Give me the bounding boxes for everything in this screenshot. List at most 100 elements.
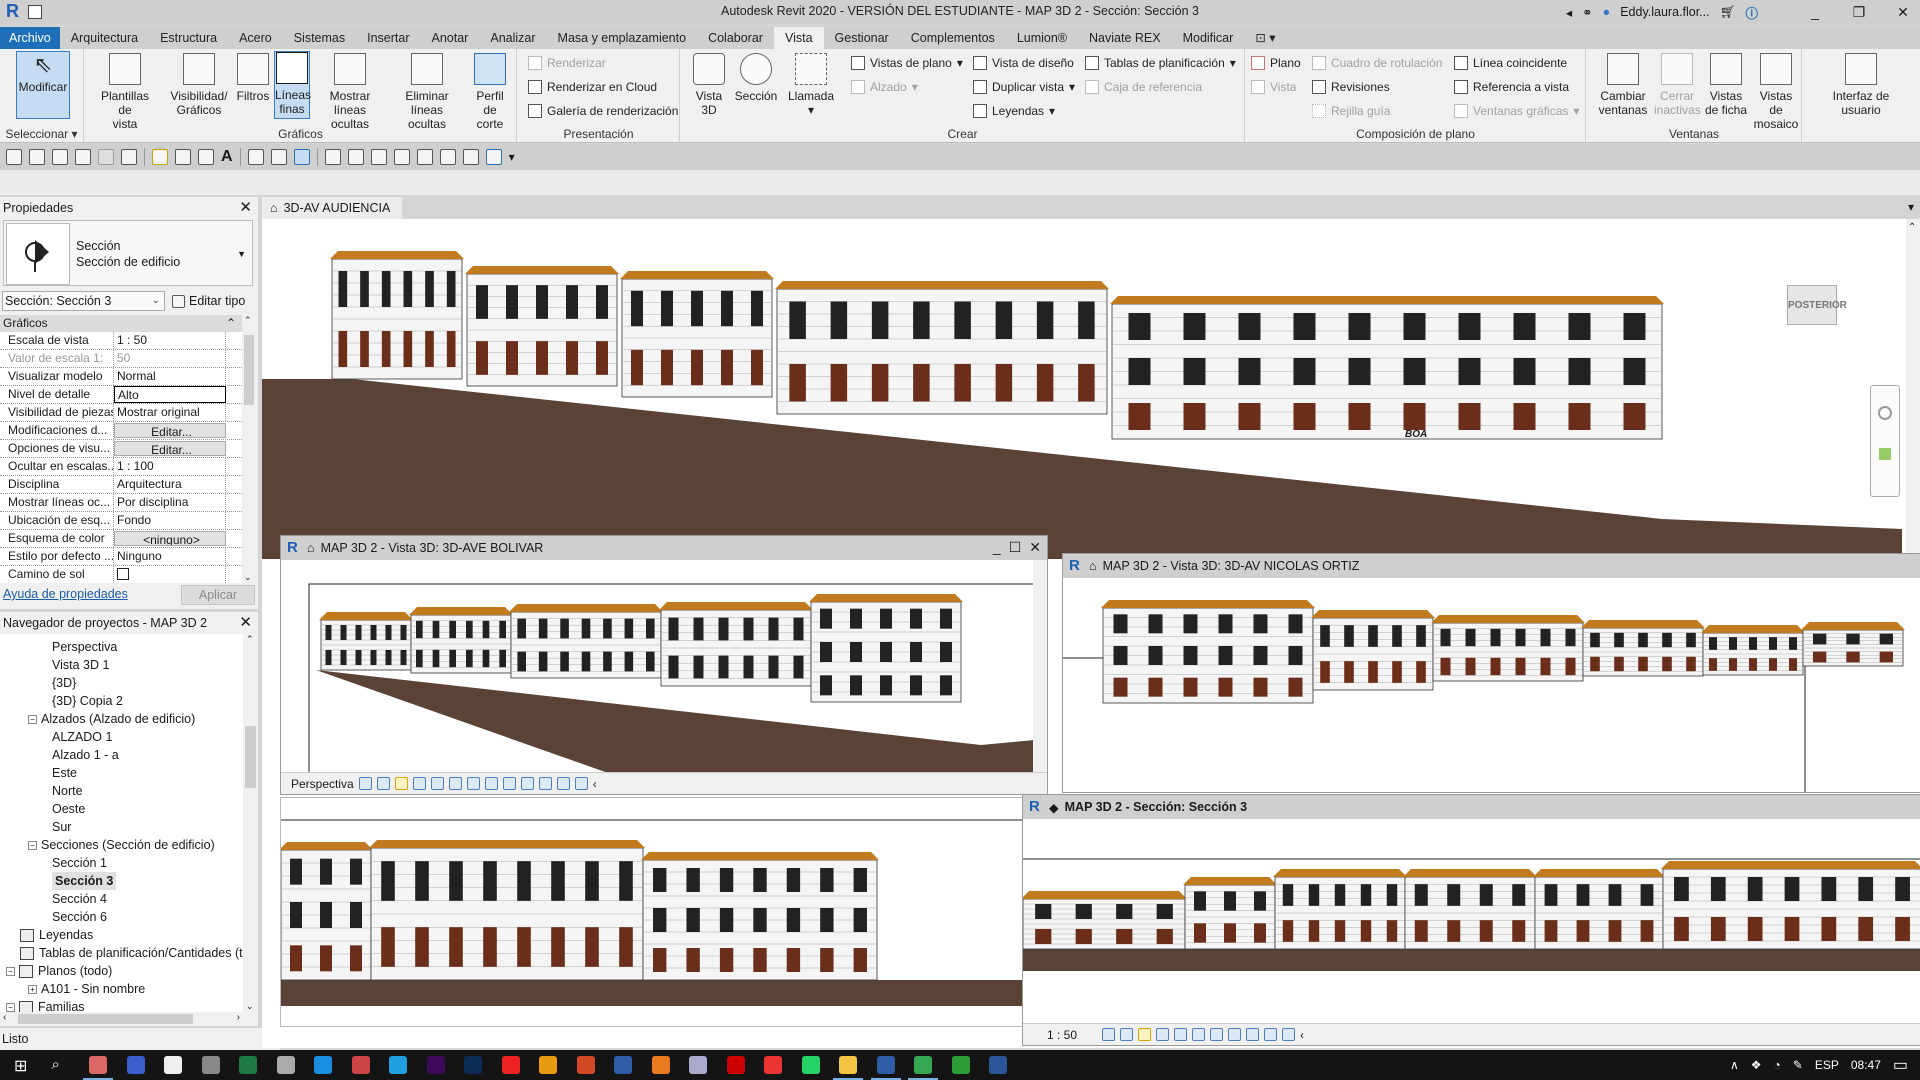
close-hidden-icon[interactable] xyxy=(324,149,341,165)
browser-node[interactable]: Este xyxy=(52,764,77,782)
acrobat-2-icon[interactable] xyxy=(726,1056,745,1074)
tag-icon[interactable] xyxy=(198,149,214,165)
user-interface-button[interactable]: Interfaz de usuario xyxy=(1828,53,1894,117)
edit-type-button[interactable]: Editar tipo xyxy=(172,291,245,311)
tab-estructura[interactable]: Estructura xyxy=(149,27,228,49)
detail-level-icon[interactable] xyxy=(358,777,372,790)
cut-profile-button[interactable]: Perfil de corte xyxy=(468,53,512,131)
tab-modificar[interactable]: Modificar xyxy=(1172,27,1245,49)
browser-node[interactable]: Vista 3D 1 xyxy=(52,656,109,674)
drafting-view-button[interactable]: Vista de diseño xyxy=(973,54,1074,72)
view-3d-button[interactable]: Vista 3D xyxy=(691,53,727,117)
thin-lines-toggle-icon[interactable] xyxy=(293,149,310,165)
viewports-button[interactable]: Ventanas gráficas ▾ xyxy=(1454,102,1579,120)
browser-node[interactable]: Leyendas xyxy=(20,926,93,944)
render-cloud-button[interactable]: Renderizar en Cloud xyxy=(528,78,657,96)
prop-value[interactable]: Fondo xyxy=(114,512,226,529)
switch-windows-qat-icon[interactable] xyxy=(347,149,364,165)
excel-icon[interactable] xyxy=(239,1056,257,1074)
close-icon[interactable]: ✕ xyxy=(1029,539,1041,556)
close-properties-icon[interactable]: ✕ xyxy=(239,197,252,219)
remove-hidden-lines-button[interactable]: Eliminar líneas ocultas xyxy=(391,53,463,131)
properties-help-link[interactable]: Ayuda de propiedades xyxy=(3,587,128,601)
elevation-button[interactable]: Alzado ▾ xyxy=(851,78,918,96)
expand-arrow-icon[interactable]: ◂ xyxy=(1566,5,1572,20)
browser-node[interactable]: Perspectiva xyxy=(52,638,117,656)
tab-masa[interactable]: Masa y emplazamiento xyxy=(547,27,698,49)
whatsapp-icon[interactable] xyxy=(801,1056,820,1074)
revit-active-icon[interactable] xyxy=(870,1056,901,1080)
edit-display-options-button[interactable]: Editar... xyxy=(114,441,226,456)
thin-lines-button[interactable]: Líneas finas xyxy=(274,51,311,119)
type-selector[interactable]: Sección Sección de edificio ▼ xyxy=(3,220,253,286)
edge-icon[interactable] xyxy=(389,1056,407,1074)
minimize-button[interactable]: _ xyxy=(1798,4,1832,20)
copy-icon[interactable] xyxy=(462,149,479,165)
section-button[interactable]: Sección xyxy=(733,53,779,103)
tab-lumion[interactable]: Lumion® xyxy=(1006,27,1078,49)
tab-vista[interactable]: Vista xyxy=(773,27,824,49)
group-graficos[interactable]: Gráficos ⌃ xyxy=(0,315,242,332)
expand-icon[interactable]: + xyxy=(28,985,37,995)
modify-button[interactable]: ⇖ Modificar xyxy=(16,51,70,119)
sheet-button[interactable]: Plano xyxy=(1251,54,1301,72)
collapse-icon[interactable]: − xyxy=(28,841,37,851)
measure-icon[interactable] xyxy=(152,149,168,165)
user-name[interactable]: Eddy.laura.flor... xyxy=(1620,5,1709,19)
collapse-icon[interactable]: − xyxy=(6,1003,15,1012)
bolivar-scrollbar[interactable] xyxy=(1033,560,1047,772)
tab-colaborar[interactable]: Colaborar xyxy=(697,27,774,49)
tab-complementos[interactable]: Complementos xyxy=(900,27,1006,49)
rotate-icon[interactable] xyxy=(416,149,433,165)
tray-expand-icon[interactable]: ∧ xyxy=(1730,1058,1739,1072)
browser-node[interactable]: Sección 6 xyxy=(52,908,107,926)
dropbox-icon[interactable]: ❖ xyxy=(1751,1058,1762,1072)
browser-node[interactable]: ALZADO 1 xyxy=(52,728,112,746)
analytical-icon[interactable] xyxy=(574,777,588,790)
app-red-icon[interactable] xyxy=(351,1056,370,1074)
plan-views-button[interactable]: Vistas de plano ▾ xyxy=(851,54,963,72)
navigation-bar[interactable] xyxy=(1870,385,1900,497)
tab-insertar[interactable]: Insertar xyxy=(356,27,420,49)
notifications-icon[interactable]: ▭ xyxy=(1893,1055,1908,1075)
clock[interactable]: 08:47 xyxy=(1851,1058,1881,1072)
shadows-icon[interactable] xyxy=(1156,1028,1170,1041)
tab-list-icon[interactable]: ▾ xyxy=(1908,200,1914,214)
view-place-button[interactable]: Vista xyxy=(1251,78,1296,96)
detail-level-icon[interactable] xyxy=(1102,1028,1116,1041)
notepad-icon[interactable] xyxy=(689,1056,707,1074)
edit-overrides-button[interactable]: Editar... xyxy=(114,423,226,438)
browser-node[interactable]: Norte xyxy=(52,782,83,800)
steering-wheel-icon[interactable] xyxy=(1878,406,1892,420)
scroll-thumb[interactable] xyxy=(18,1014,193,1024)
switch-windows-button[interactable]: Cambiar ventanas xyxy=(1594,53,1652,117)
powerpoint-icon[interactable] xyxy=(576,1056,595,1074)
camera-icon[interactable] xyxy=(276,1056,295,1074)
crop-view-icon[interactable] xyxy=(1174,1028,1188,1041)
minimize-icon[interactable]: _ xyxy=(993,539,1001,556)
temp-properties-icon[interactable] xyxy=(538,777,552,790)
customize-qat-icon[interactable]: ▾ xyxy=(509,150,515,164)
word-icon[interactable] xyxy=(989,1056,1007,1074)
app-blue-icon[interactable] xyxy=(126,1056,145,1074)
revit-icon[interactable] xyxy=(614,1056,632,1074)
visual-style-icon[interactable] xyxy=(1120,1028,1134,1041)
sync-icon[interactable] xyxy=(52,149,68,165)
collapse-arrow-icon[interactable]: ‹ xyxy=(1300,1028,1304,1042)
split-icon[interactable] xyxy=(393,149,410,165)
align-icon[interactable] xyxy=(370,149,387,165)
scroll-thumb[interactable] xyxy=(244,335,254,405)
tab-archivo[interactable]: Archivo xyxy=(0,27,60,49)
sketch-icon[interactable] xyxy=(164,1056,182,1074)
temp-hide-icon[interactable] xyxy=(502,777,516,790)
tab-arquitectura[interactable]: Arquitectura xyxy=(60,27,149,49)
view-templates-button[interactable]: Plantillas de vista xyxy=(95,53,155,131)
temp-properties-icon[interactable] xyxy=(1246,1028,1260,1041)
aligned-dimension-icon[interactable] xyxy=(175,149,191,165)
visual-style-icon[interactable] xyxy=(376,777,390,790)
browser-node[interactable]: − Familias xyxy=(6,998,85,1012)
pen-icon[interactable]: ✎ xyxy=(1793,1058,1803,1072)
callout-button[interactable]: Llamada ▾ xyxy=(785,53,837,117)
browser-hscrollbar[interactable]: ‹ › xyxy=(0,1012,243,1026)
color-scheme-button[interactable]: <ninguno> xyxy=(114,531,226,546)
